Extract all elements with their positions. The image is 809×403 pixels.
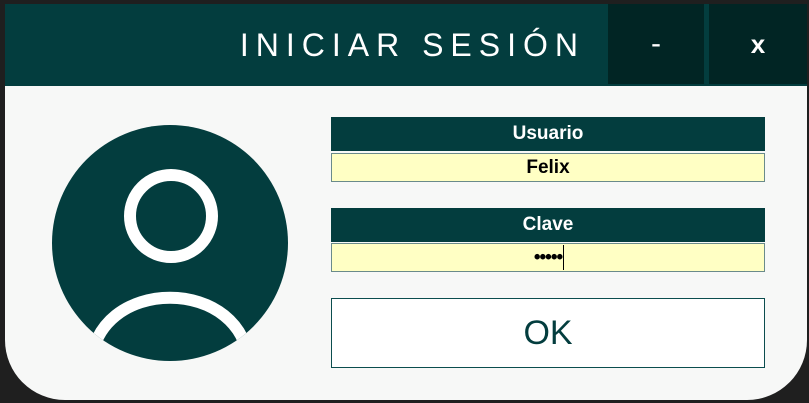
password-field-label: Clave (331, 208, 765, 242)
screen-frame: INICIAR SESIÓN - x Usuario Felix Clave •… (0, 0, 809, 403)
user-field-label: Usuario (331, 117, 765, 151)
ok-button[interactable]: OK (331, 298, 765, 368)
password-input[interactable]: ••••• (331, 243, 765, 272)
minimize-button[interactable]: - (608, 4, 704, 84)
title-bar: INICIAR SESIÓN - x (5, 4, 807, 86)
text-caret (563, 245, 564, 270)
login-window: INICIAR SESIÓN - x Usuario Felix Clave •… (5, 4, 807, 400)
window-title: INICIAR SESIÓN (239, 27, 585, 63)
user-avatar-icon (52, 125, 288, 361)
close-button[interactable]: x (709, 4, 807, 84)
user-input[interactable]: Felix (331, 153, 765, 182)
